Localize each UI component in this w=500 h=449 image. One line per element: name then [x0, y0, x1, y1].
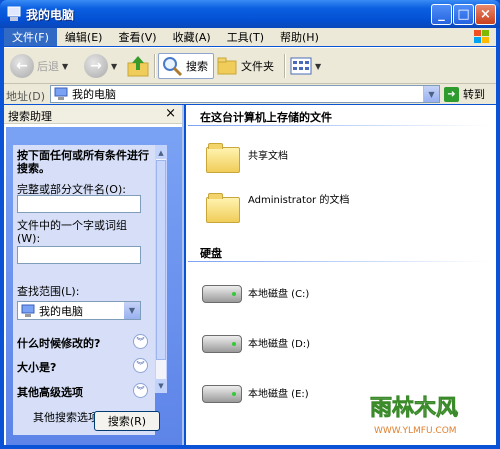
hard-disk-e-icon[interactable] [202, 385, 242, 403]
expand-advanced-icon[interactable]: ︾ [133, 383, 148, 398]
toolbar: ← 后退 ▼ → ▼ 搜索 文件夹 ▼ [4, 47, 496, 84]
go-button[interactable]: ➜ 转到 [444, 86, 485, 102]
menu-tools[interactable]: 工具(T) [219, 28, 272, 46]
filename-input[interactable] [17, 195, 141, 213]
scroll-up-icon[interactable]: ▲ [156, 146, 166, 159]
admin-documents-folder-icon[interactable] [206, 193, 240, 223]
folders-icon [217, 57, 237, 75]
address-value: 我的电脑 [72, 88, 116, 101]
watermark-logo: 雨林木风 WWW.YLMFU.COM [370, 396, 459, 436]
maximize-button[interactable]: □ [453, 4, 474, 25]
menu-favorites[interactable]: 收藏(A) [165, 28, 219, 46]
search-form: 按下面任何或所有条件进行搜索。 完整或部分文件名(O): 文件中的一个字或词组(… [13, 145, 155, 435]
expand-size-icon[interactable]: ︾ [133, 358, 148, 373]
back-label: 后退 [37, 60, 59, 73]
views-button[interactable]: ▼ [290, 53, 321, 79]
phrase-label: 文件中的一个字或词组(W): [17, 219, 127, 245]
forward-button[interactable]: → ▼ [84, 53, 117, 79]
scope-value: 我的电脑 [39, 304, 83, 318]
minimize-button[interactable]: _ [431, 4, 452, 25]
shared-documents-label[interactable]: 共享文档 [248, 151, 288, 163]
folders-label: 文件夹 [241, 60, 274, 73]
back-button[interactable]: ← 后退 ▼ [10, 53, 68, 79]
advanced-option[interactable]: 其他高级选项 [17, 384, 83, 400]
views-icon [290, 57, 312, 75]
chevron-down-icon: ▼ [124, 302, 140, 319]
scope-select[interactable]: 我的电脑 ▼ [17, 301, 141, 320]
shared-documents-folder-icon[interactable] [206, 143, 240, 173]
close-button[interactable]: × [475, 4, 496, 25]
search-button[interactable]: 搜索 [158, 53, 214, 79]
scroll-thumb[interactable] [156, 160, 166, 360]
go-arrow-icon: ➜ [444, 86, 459, 102]
menu-view[interactable]: 查看(V) [110, 28, 164, 46]
search-submit-button[interactable]: 搜索(R) [94, 411, 160, 431]
minimize-icon: _ [438, 7, 445, 22]
search-icon [163, 57, 183, 77]
search-pane: 搜索助理 × 按下面任何或所有条件进行搜索。 完整或部分文件名(O): 文件中的… [4, 105, 184, 445]
menu-file[interactable]: 文件(F) [4, 28, 57, 46]
disk-e-label[interactable]: 本地磁盘 (E:) [248, 389, 309, 401]
menu-edit[interactable]: 编辑(E) [57, 28, 111, 46]
search-pane-header: 搜索助理 × [4, 105, 182, 124]
size-option[interactable]: 大小是? [17, 359, 56, 375]
window-title: 我的电脑 [26, 8, 75, 22]
disk-d-label[interactable]: 本地磁盘 (D:) [248, 339, 310, 351]
search-pane-body: 按下面任何或所有条件进行搜索。 完整或部分文件名(O): 文件中的一个字或词组(… [6, 127, 182, 445]
views-dropdown-icon: ▼ [315, 61, 322, 71]
expand-when-modified-icon[interactable]: ︾ [133, 334, 148, 349]
maximize-icon: □ [457, 7, 470, 22]
up-button[interactable] [126, 53, 150, 79]
hard-disks-header: 硬盘 [200, 247, 222, 260]
windows-logo-icon [474, 30, 489, 43]
stored-files-header: 在这台计算机上存储的文件 [200, 111, 332, 124]
search-instruction: 按下面任何或所有条件进行搜索。 [17, 149, 149, 175]
when-modified-option[interactable]: 什么时候修改的? [17, 335, 100, 351]
go-label: 转到 [463, 88, 485, 101]
admin-documents-label[interactable]: Administrator 的文档 [248, 195, 358, 207]
search-label: 搜索 [186, 60, 208, 73]
computer-icon [54, 87, 68, 100]
disk-c-label[interactable]: 本地磁盘 (C:) [248, 289, 309, 301]
computer-icon [7, 6, 21, 21]
search-submit-label: 搜索(R) [107, 415, 147, 428]
watermark-url: WWW.YLMFU.COM [374, 426, 457, 436]
back-arrow-icon: ← [10, 54, 34, 78]
scope-label: 查找范围(L): [17, 285, 80, 298]
phrase-input[interactable] [17, 246, 141, 264]
menu-help[interactable]: 帮助(H) [272, 28, 327, 46]
close-icon: × [480, 7, 491, 22]
folders-button[interactable]: 文件夹 [216, 53, 274, 79]
back-dropdown-icon: ▼ [62, 61, 69, 71]
address-bar: 地址(D) 我的电脑 ▼ ➜ 转到 [4, 84, 496, 104]
scroll-down-icon[interactable]: ▼ [156, 379, 166, 392]
hard-disk-c-icon[interactable] [202, 285, 242, 303]
search-pane-title: 搜索助理 [8, 110, 52, 123]
hard-disk-d-icon[interactable] [202, 335, 242, 353]
folder-up-icon [127, 56, 149, 77]
address-label: 地址(D) [6, 90, 46, 103]
computer-icon [21, 304, 35, 317]
address-input[interactable]: 我的电脑 ▼ [50, 85, 440, 103]
close-pane-icon[interactable]: × [165, 106, 176, 121]
explorer-window: 我的电脑 _ □ × 文件(F) 编辑(E) 查看(V) 收藏(A) 工具(T)… [0, 0, 500, 449]
address-dropdown-icon[interactable]: ▼ [423, 86, 439, 102]
title-bar: 我的电脑 _ □ × [0, 0, 500, 28]
forward-arrow-icon: → [84, 54, 108, 78]
forward-dropdown-icon: ▼ [111, 61, 118, 71]
search-pane-scrollbar[interactable]: ▲ ▼ [155, 145, 167, 393]
menu-bar: 文件(F) 编辑(E) 查看(V) 收藏(A) 工具(T) 帮助(H) [4, 28, 496, 46]
watermark-name: 雨林木风 [370, 396, 458, 421]
